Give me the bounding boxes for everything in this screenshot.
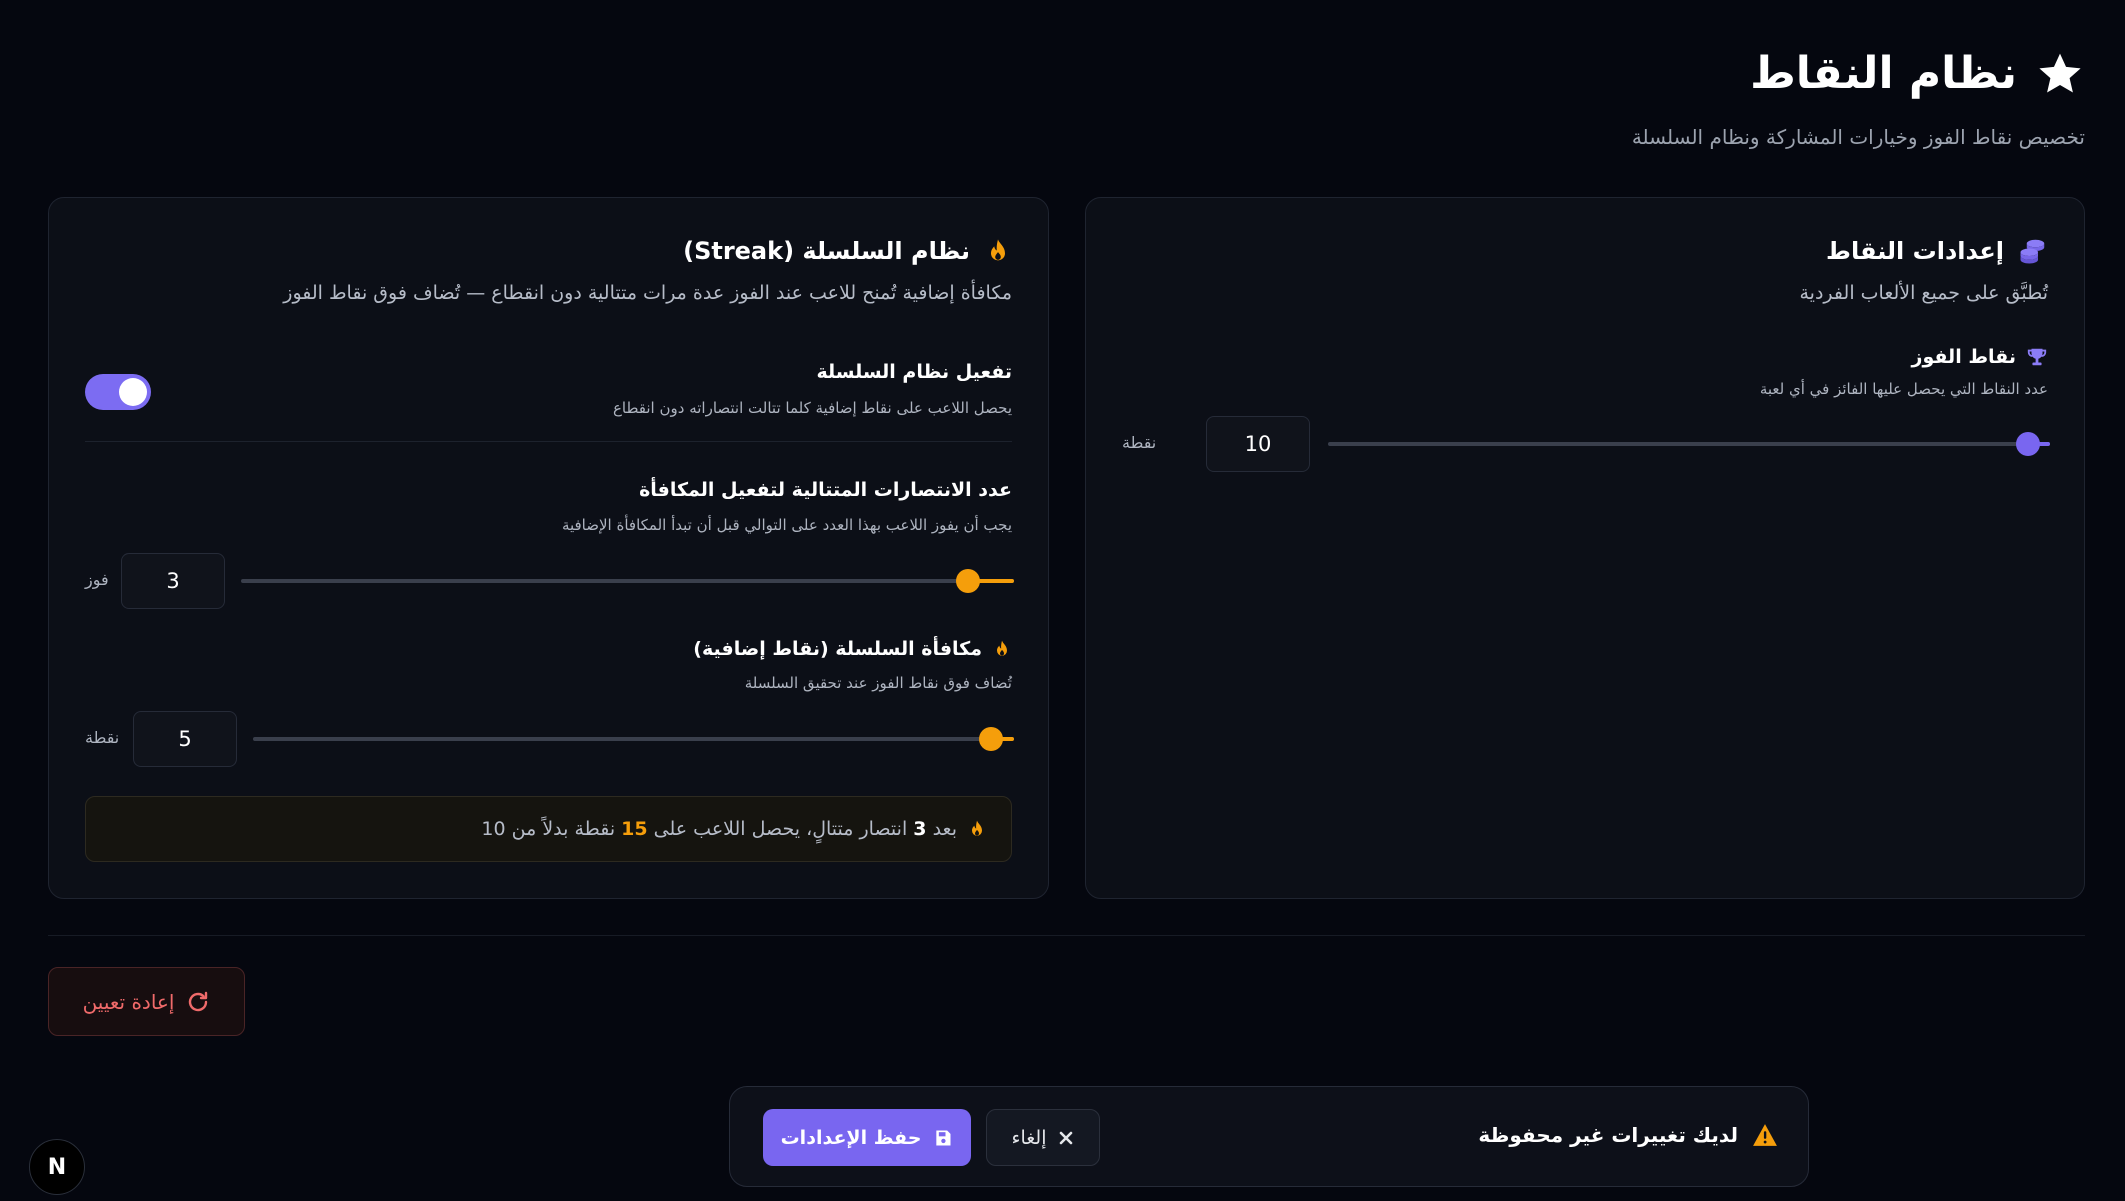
consecutive-wins-slider-thumb[interactable] xyxy=(955,569,980,593)
win-points-slider-thumb[interactable] xyxy=(2016,432,2041,456)
refresh-icon xyxy=(189,991,208,1011)
unsaved-notice: لديك تغييرات غير محفوظة xyxy=(1478,1123,1778,1147)
streak-bonus-description: تُضاف فوق نقاط الفوز عند تحقيق السلسلة xyxy=(744,674,1012,692)
consecutive-wins-slider[interactable] xyxy=(241,569,1014,593)
trophy-icon xyxy=(2027,348,2047,366)
streak-card-title: نظام السلسلة (Streak) xyxy=(683,237,970,265)
save-settings-button[interactable]: حفظ الإعدادات xyxy=(763,1109,971,1166)
unsaved-message: لديك تغييرات غير محفوظة xyxy=(1478,1123,1738,1147)
toggle-knob xyxy=(119,378,147,406)
star-icon xyxy=(2039,53,2081,93)
streak-bonus-header: مكافأة السلسلة (نقاط إضافية) xyxy=(693,638,1012,660)
summary-wins: 3 xyxy=(913,818,927,840)
streak-settings-card: نظام السلسلة (Streak) مكافأة إضافية تُمن… xyxy=(48,197,1049,899)
win-points-slider[interactable] xyxy=(1328,432,2050,456)
streak-bonus-slider-row: نقطة 5 xyxy=(85,711,1014,767)
n-badge[interactable]: N xyxy=(29,1139,85,1195)
summary-part-3: نقطة بدلاً من 10 xyxy=(481,818,616,840)
cancel-button-label: إلغاء xyxy=(1011,1126,1047,1149)
consecutive-wins-description: يجب أن يفوز اللاعب بهذا العدد على التوال… xyxy=(561,516,1012,534)
reset-button-label: إعادة تعيين xyxy=(82,989,175,1014)
page-divider xyxy=(48,935,2085,936)
reset-button[interactable]: إعادة تعيين xyxy=(48,967,245,1036)
close-icon xyxy=(1060,1131,1073,1144)
points-card-title: إعدادات النقاط xyxy=(1826,237,2004,265)
cancel-button[interactable]: إلغاء xyxy=(986,1109,1100,1166)
page-subtitle: تخصيص نقاط الفوز وخيارات المشاركة ونظام … xyxy=(1631,125,2085,149)
win-points-description: عدد النقاط التي يحصل عليها الفائز في أي … xyxy=(1759,380,2048,398)
win-points-slider-row: نقطة 10 xyxy=(1122,416,2050,472)
streak-bonus-label: مكافأة السلسلة (نقاط إضافية) xyxy=(693,638,982,660)
consecutive-wins-unit: فوز xyxy=(85,570,109,589)
streak-bonus-unit: نقطة xyxy=(85,728,120,747)
streak-card-description: مكافأة إضافية تُمنح للاعب عند الفوز عدة … xyxy=(283,282,1012,304)
streak-toggle-switch[interactable] xyxy=(85,374,151,410)
flame-icon xyxy=(972,820,982,836)
streak-toggle-header: تفعيل نظام السلسلة xyxy=(816,361,1012,383)
save-icon xyxy=(936,1130,951,1145)
consecutive-wins-header: عدد الانتصارات المتتالية لتفعيل المكافأة xyxy=(639,479,1012,501)
save-button-label: حفظ الإعدادات xyxy=(780,1126,922,1149)
summary-total: 15 xyxy=(621,818,648,840)
win-points-input[interactable]: 10 xyxy=(1206,416,1310,472)
summary-part-1: بعد xyxy=(932,818,957,840)
warning-icon xyxy=(1753,1124,1777,1146)
consecutive-wins-label: عدد الانتصارات المتتالية لتفعيل المكافأة xyxy=(639,479,1012,501)
streak-bonus-slider-thumb[interactable] xyxy=(979,727,1004,751)
streak-toggle-description: يحصل اللاعب على نقاط إضافية كلما تتالت ا… xyxy=(612,399,1012,417)
points-card-header: إعدادات النقاط xyxy=(1826,236,2048,266)
section-divider xyxy=(85,441,1012,442)
page-header: نظام النقاط تخصيص نقاط الفوز وخيارات الم… xyxy=(1185,48,2085,149)
flame-icon xyxy=(997,640,1007,656)
streak-toggle-label: تفعيل نظام السلسلة xyxy=(816,361,1012,383)
points-card-description: تُطبَّق على جميع الألعاب الفردية xyxy=(1799,282,2049,304)
consecutive-wins-slider-row: فوز 3 xyxy=(85,553,1014,609)
points-settings-card: إعدادات النقاط تُطبَّق على جميع الألعاب … xyxy=(1085,197,2085,899)
win-points-label: نقاط الفوز xyxy=(1911,346,2016,368)
page-title: نظام النقاط xyxy=(1750,48,2017,99)
consecutive-wins-input[interactable]: 3 xyxy=(121,553,225,609)
streak-card-header: نظام السلسلة (Streak) xyxy=(683,236,1012,266)
streak-summary-box: بعد 3 انتصار متتالٍ، يحصل اللاعب على 15 … xyxy=(85,796,1012,862)
win-points-unit: نقطة xyxy=(1122,433,1157,452)
summary-part-2: انتصار متتالٍ، يحصل اللاعب على xyxy=(653,818,908,840)
win-points-header: نقاط الفوز xyxy=(1912,346,2048,368)
summary-text: بعد 3 انتصار متتالٍ، يحصل اللاعب على 15 … xyxy=(481,818,957,840)
flame-icon xyxy=(991,239,1005,261)
unsaved-changes-bar: لديك تغييرات غير محفوظة إلغاء حفظ الإعدا… xyxy=(729,1086,1809,1187)
streak-bonus-slider[interactable] xyxy=(253,727,1014,751)
title-row: نظام النقاط xyxy=(1185,48,2085,99)
coins-icon xyxy=(2020,239,2045,264)
streak-bonus-input[interactable]: 5 xyxy=(133,711,237,767)
